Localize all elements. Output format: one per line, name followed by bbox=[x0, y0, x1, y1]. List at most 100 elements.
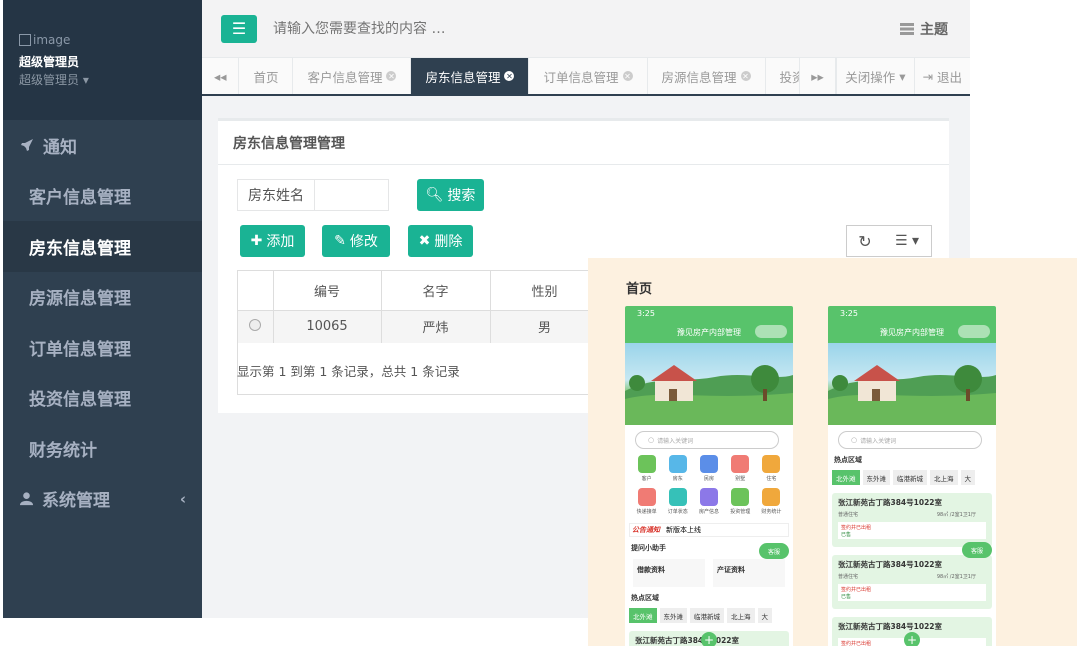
select-column-header bbox=[238, 271, 274, 311]
feature-investment[interactable]: 投资管理 bbox=[725, 488, 756, 515]
feature-label: 民房 bbox=[703, 476, 714, 482]
sidebar-item-property[interactable]: 房源信息管理 bbox=[3, 272, 202, 323]
global-search-input[interactable] bbox=[273, 20, 753, 37]
feature-label: 投资管理 bbox=[730, 509, 751, 515]
search-bar[interactable]: ○ 请输入关键词 bbox=[635, 431, 779, 449]
order-status-icon bbox=[668, 488, 687, 506]
phone-screen-home: 3:25 豫见房产内部管理 ○ 请输入关键词 客户 房东 民房 别墅 住宅 快递… bbox=[625, 306, 793, 646]
menu-toggle-button[interactable]: ☰ bbox=[221, 14, 257, 43]
area-chip[interactable]: 东外滩 bbox=[659, 608, 687, 623]
listing-meta: 普通住宅 98㎡ /2室1卫1厅 bbox=[838, 511, 986, 518]
columns-toggle-button[interactable]: ☰ ▾ bbox=[883, 225, 932, 257]
capsule-menu[interactable] bbox=[755, 325, 787, 338]
add-fab[interactable]: + bbox=[701, 632, 717, 646]
tab-property[interactable]: 房源信息管理 ✕ bbox=[648, 58, 766, 94]
sidebar-item-system[interactable]: 系统管理 ‹ bbox=[3, 474, 202, 525]
column-header[interactable]: 编号 bbox=[273, 271, 382, 311]
tab-investment[interactable]: 投资信 bbox=[766, 58, 799, 94]
tab-landlord[interactable]: 房东信息管理 ✕ bbox=[411, 58, 530, 94]
close-icon[interactable]: ✕ bbox=[622, 71, 633, 81]
listing-type: 普通住宅 bbox=[838, 512, 859, 518]
sidebar-item-order[interactable]: 订单信息管理 bbox=[3, 322, 202, 373]
row-select-radio[interactable] bbox=[249, 318, 262, 331]
sidebar-item-investment[interactable]: 投资信息管理 bbox=[3, 373, 202, 424]
tab-scroll-right-button[interactable]: ▸▸ bbox=[798, 58, 837, 94]
hamburger-icon: ☰ bbox=[231, 19, 247, 38]
feature-property-info[interactable]: 房产信息 bbox=[693, 488, 724, 515]
feature-order-status[interactable]: 订单状态 bbox=[662, 488, 693, 515]
feature-residence[interactable]: 住宅 bbox=[756, 455, 787, 482]
feature-customer[interactable]: 客户 bbox=[631, 455, 662, 482]
theme-label: 主题 bbox=[920, 21, 948, 38]
feature-label: 房产信息 bbox=[698, 509, 719, 515]
sidebar-item-label: 通知 bbox=[43, 137, 77, 158]
user-role-dropdown[interactable]: 超级管理员 ▾ bbox=[19, 71, 202, 88]
area-chip[interactable]: 北上海 bbox=[727, 608, 755, 623]
refresh-button[interactable]: ↻ bbox=[846, 225, 884, 257]
search-button[interactable]: 🔍︎ 搜索 bbox=[417, 179, 484, 211]
close-icon[interactable]: ✕ bbox=[740, 71, 751, 81]
listing-title: 张江新苑古丁路384号1022室 bbox=[838, 622, 943, 631]
customer-icon bbox=[637, 455, 656, 473]
area-chip[interactable]: 大 bbox=[757, 608, 772, 623]
service-label: 客服 bbox=[767, 548, 780, 556]
sidebar-item-customer[interactable]: 客户信息管理 bbox=[3, 171, 202, 222]
cell-name: 严炜 bbox=[381, 310, 491, 343]
delete-button[interactable]: ✖ 删除 bbox=[408, 225, 473, 257]
avatar: image bbox=[19, 33, 202, 47]
area-chip[interactable]: 北外滩 bbox=[832, 470, 860, 485]
landlord-name-label: 房东姓名 bbox=[237, 179, 314, 211]
tab-scroll-left-button[interactable]: ◂◂ bbox=[202, 58, 240, 94]
service-button[interactable]: 客服 bbox=[962, 542, 992, 558]
sidebar-item-landlord[interactable]: 房东信息管理 bbox=[3, 221, 202, 272]
listing-title: 张江新苑古丁路384号1022室 bbox=[838, 498, 943, 507]
app-title: 豫见房产内部管理 bbox=[677, 327, 741, 337]
sidebar: image 超级管理员 超级管理员 ▾ 通知 客户信息管理 房东信息管理 房源信… bbox=[3, 0, 202, 618]
capsule-menu[interactable] bbox=[958, 325, 990, 338]
notice-bar[interactable]: 公告通知 新版本上线 bbox=[629, 523, 789, 537]
area-chip[interactable]: 东外滩 bbox=[862, 470, 890, 485]
column-header[interactable]: 名字 bbox=[381, 271, 491, 311]
logout-icon: ⇥ bbox=[922, 68, 933, 84]
row-select-radio-cell[interactable] bbox=[238, 310, 274, 343]
tab-customer[interactable]: 客户信息管理 ✕ bbox=[293, 58, 412, 94]
loan-docs-card[interactable]: 借款资料 bbox=[633, 559, 705, 587]
close-icon[interactable]: ✕ bbox=[386, 71, 397, 81]
add-button[interactable]: ✚ 添加 bbox=[240, 225, 305, 257]
feature-express[interactable]: 快递接单 bbox=[631, 488, 662, 515]
search-bar[interactable]: ○ 请输入关键词 bbox=[838, 431, 982, 449]
sidebar-item-notice[interactable]: 通知 bbox=[3, 120, 202, 171]
feature-landlord[interactable]: 房东 bbox=[662, 455, 693, 482]
tab-home[interactable]: 首页 bbox=[239, 58, 294, 94]
search-placeholder: 请输入关键词 bbox=[860, 437, 897, 445]
deed-docs-card[interactable]: 产证资料 bbox=[713, 559, 785, 587]
close-operations-dropdown[interactable]: 关闭操作 ▾ bbox=[836, 58, 913, 94]
theme-button[interactable]: 主题 bbox=[900, 19, 948, 39]
sidebar-item-finance[interactable]: 财务统计 bbox=[3, 423, 202, 474]
service-button[interactable]: 客服 bbox=[759, 543, 789, 559]
logout-button[interactable]: ⇥ 退出 bbox=[913, 58, 971, 94]
area-chip[interactable]: 临港新城 bbox=[690, 608, 724, 623]
area-chip[interactable]: 大 bbox=[960, 470, 975, 485]
add-fab[interactable]: + bbox=[904, 632, 920, 646]
edit-button[interactable]: ✎ 修改 bbox=[322, 225, 390, 257]
area-chip[interactable]: 临港新城 bbox=[893, 470, 927, 485]
feature-villa[interactable]: 别墅 bbox=[725, 455, 756, 482]
feature-grid: 客户 房东 民房 别墅 住宅 快递接单 订单状态 房产信息 投资管理 财务统计 bbox=[625, 453, 793, 517]
listing-type: 普通住宅 bbox=[838, 574, 859, 580]
listing-card[interactable]: 张江新苑古丁路384号1022室 普通住宅 98㎡ /2室1卫1厅 签约并已出租已… bbox=[832, 493, 992, 547]
search-placeholder: 请输入关键词 bbox=[657, 437, 694, 445]
listing-card[interactable]: 张江新苑古丁路384号1022室 普通住宅 98㎡ /2室1卫1厅 签约并已出租已… bbox=[832, 555, 992, 609]
house-icon bbox=[699, 455, 718, 473]
area-chip[interactable]: 北上海 bbox=[930, 470, 958, 485]
close-icon[interactable]: ✕ bbox=[504, 71, 515, 81]
feature-house[interactable]: 民房 bbox=[693, 455, 724, 482]
app-title: 豫见房产内部管理 bbox=[880, 327, 944, 337]
area-chip[interactable]: 北外滩 bbox=[629, 608, 657, 623]
tab-order[interactable]: 订单信息管理 ✕ bbox=[529, 58, 648, 94]
listing-area: 98㎡ /2室1卫1厅 bbox=[936, 512, 976, 518]
feature-finance[interactable]: 财务统计 bbox=[756, 488, 787, 515]
column-header[interactable]: 性别 bbox=[490, 271, 600, 311]
landlord-name-input[interactable] bbox=[314, 179, 389, 211]
hot-area-title: 热点区域 bbox=[631, 594, 659, 602]
